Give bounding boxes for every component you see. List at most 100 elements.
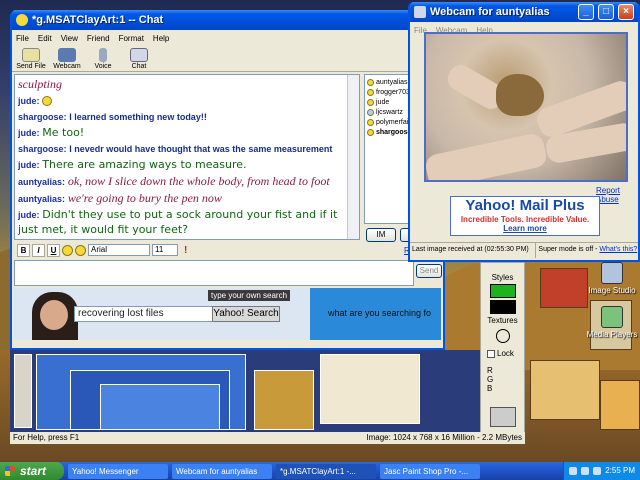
ad-face-image	[40, 300, 68, 330]
task-webcam[interactable]: Webcam for auntyalias	[172, 463, 272, 479]
lock-label: Lock	[497, 349, 514, 358]
chat-message: shargoose: I learned something new today…	[18, 110, 356, 125]
size-select[interactable]: 11	[152, 244, 178, 256]
message-text: we're going to bury the pen now	[67, 191, 222, 205]
send-file-label: Send File	[16, 63, 46, 70]
status-icon	[367, 78, 374, 86]
chat-message: jude: There are amazing ways to measure.	[18, 158, 356, 173]
im-button[interactable]: IM	[366, 228, 396, 242]
desktop-icon-media-players[interactable]: Media Players	[582, 306, 640, 339]
webcam-status-bar: Last image received at (02:55:30 PM) Sup…	[410, 242, 638, 258]
tray-network-icon[interactable]	[569, 467, 578, 475]
whats-this-link[interactable]: What's this?	[599, 246, 637, 253]
message-sender: shargoose:	[18, 112, 67, 122]
desktop-icon-label: Media Players	[586, 330, 638, 339]
voice-button[interactable]: Voice	[88, 48, 118, 70]
send-file-icon	[22, 48, 40, 62]
psp-materials-palette: Styles Textures Lock R G B	[480, 262, 525, 442]
webcam-titlebar[interactable]: Webcam for auntyalias _ □ ×	[410, 2, 638, 22]
desktop-icon-image-studio[interactable]: Image Studio	[582, 262, 640, 295]
image-info: Image: 1024 x 768 x 16 Million - 2.2 MBy…	[366, 433, 522, 442]
webcam-label: Webcam	[53, 63, 81, 70]
task-chat[interactable]: *g.MSATClayArt:1 -...	[276, 463, 376, 479]
menu-view[interactable]: View	[61, 34, 78, 43]
italic-button[interactable]: I	[32, 243, 45, 257]
message-sender: auntyalias:	[18, 194, 66, 204]
menu-format[interactable]: Format	[119, 34, 144, 43]
webcam-app-icon	[414, 6, 426, 18]
lock-checkbox[interactable]	[487, 349, 495, 358]
webcam-window: Webcam for auntyalias _ □ × File Webcam …	[408, 2, 640, 262]
roster-name: ljcswartz	[376, 108, 403, 116]
media-players-icon	[601, 306, 623, 328]
tray-volume-icon[interactable]	[581, 467, 590, 475]
message-input[interactable]	[14, 260, 414, 286]
chat-message: shargoose: I nevedr would have thought t…	[18, 142, 356, 157]
roster-name: auntyalias	[376, 78, 408, 86]
task-yahoo-messenger[interactable]: Yahoo! Messenger	[68, 463, 168, 479]
background-style-swatch[interactable]	[489, 300, 516, 314]
maximize-button[interactable]: □	[598, 4, 614, 20]
status-icon	[367, 88, 374, 96]
rgb-r-label: R	[487, 366, 493, 375]
message-text: ok, now I slice down the whole body, fro…	[67, 174, 330, 188]
texture-none-icon[interactable]	[495, 329, 510, 343]
system-tray: 2:55 PM	[563, 462, 640, 480]
chat-message: sculpting	[18, 77, 356, 93]
roster-name: polymerfair	[376, 118, 411, 126]
taskbar: start Yahoo! Messenger Webcam for auntya…	[0, 462, 640, 480]
minimize-button[interactable]: _	[578, 4, 594, 20]
send-button[interactable]: Send	[416, 264, 442, 278]
webcam-title: Webcam for auntyalias	[430, 6, 550, 18]
send-file-button[interactable]: Send File	[16, 48, 46, 70]
chat-menubar: File Edit View Friend Format Help	[12, 30, 443, 46]
foreground-style-swatch[interactable]	[489, 284, 516, 298]
tray-messenger-icon[interactable]	[593, 467, 602, 475]
ad-search-button[interactable]: Yahoo! Search	[212, 306, 280, 322]
status-icon	[367, 118, 374, 126]
roster-name: jude	[376, 98, 390, 106]
menu-help[interactable]: Help	[153, 34, 169, 43]
learn-more-link[interactable]: Learn more	[451, 224, 599, 233]
psp-status-bar: For Help, press F1 Image: 1024 x 768 x 1…	[10, 432, 525, 444]
transcript-scrollbar[interactable]	[347, 75, 359, 239]
task-paint-shop-pro[interactable]: Jasc Paint Shop Pro -...	[380, 463, 480, 479]
microphone-icon	[99, 48, 107, 62]
buzz-icon[interactable]: !	[184, 245, 187, 256]
start-button[interactable]: start	[0, 462, 64, 480]
chat-button[interactable]: Chat	[124, 48, 154, 70]
message-sender: jude:	[18, 96, 40, 106]
yahoo-mail-plus-ad[interactable]: Yahoo! Mail Plus Incredible Tools. Incre…	[450, 196, 600, 236]
audible-icon[interactable]	[75, 244, 86, 256]
chat-message: auntyalias: we're going to bury the pen …	[18, 191, 356, 207]
emoticon-icon[interactable]	[62, 244, 73, 256]
rgb-b-label: B	[487, 384, 493, 393]
image-studio-icon	[601, 262, 623, 284]
bold-button[interactable]: B	[17, 243, 30, 257]
lock-checkbox-row[interactable]: Lock	[481, 349, 524, 358]
ad-search-input[interactable]: recovering lost files	[74, 306, 214, 322]
windows-flag-icon	[5, 466, 15, 476]
menu-edit[interactable]: Edit	[38, 34, 52, 43]
yahoo-search-ad[interactable]: type your own search recovering lost fil…	[14, 288, 441, 340]
message-text: Me too!	[42, 126, 85, 139]
chat-titlebar[interactable]: *g.MSATClayArt:1 -- Chat	[12, 10, 443, 30]
font-select[interactable]: Arial	[88, 244, 150, 256]
menu-file[interactable]: File	[16, 34, 29, 43]
close-button[interactable]: ×	[618, 4, 634, 20]
super-mode-text: Super mode is off -	[538, 246, 598, 253]
smiley-icon	[42, 96, 53, 107]
webcam-button[interactable]: Webcam	[52, 48, 82, 70]
report-abuse-link[interactable]: Report Abuse	[596, 186, 638, 204]
super-mode-status: Super mode is off - What's this?	[536, 243, 638, 258]
message-text: There are amazing ways to measure.	[42, 158, 247, 171]
underline-button[interactable]: U	[47, 243, 60, 257]
clock: 2:55 PM	[605, 466, 635, 475]
chat-message: jude: Me too!	[18, 126, 356, 141]
chat-transcript[interactable]: sculpting jude: shargoose: I learned som…	[14, 74, 360, 240]
chat-message: auntyalias: ok, now I slice down the who…	[18, 174, 356, 190]
status-icon	[367, 108, 374, 116]
message-text: I learned something new today!!	[69, 112, 207, 122]
messenger-icon	[16, 14, 28, 26]
menu-friend[interactable]: Friend	[87, 34, 110, 43]
